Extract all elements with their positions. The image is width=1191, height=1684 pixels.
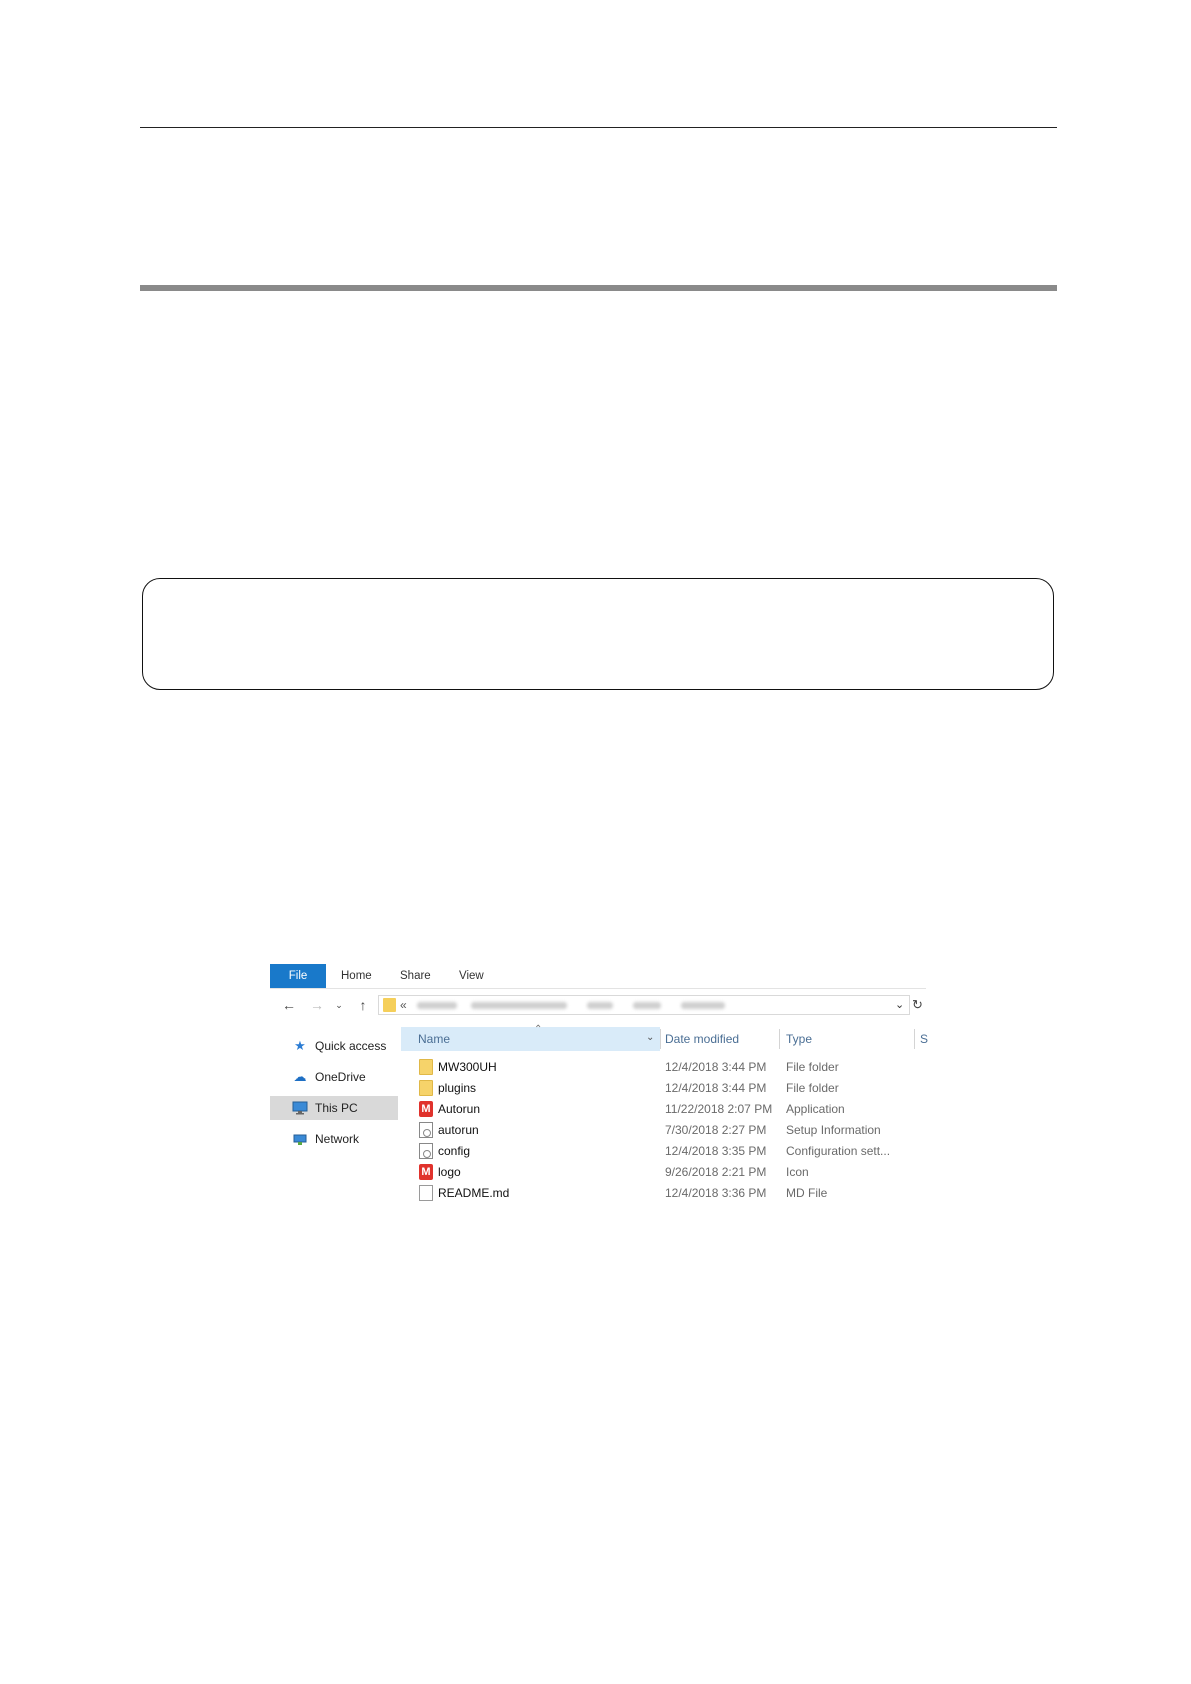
header-rule <box>140 127 1057 128</box>
refresh-icon[interactable]: ↻ <box>912 997 923 1013</box>
file-row[interactable]: M Autorun 11/22/2018 2:07 PM Application <box>401 1099 926 1119</box>
nav-item-network[interactable]: Network <box>270 1127 398 1151</box>
section-rule <box>140 285 1057 291</box>
recent-locations-chevron-icon[interactable]: ⌄ <box>330 996 348 1014</box>
config-icon <box>419 1143 433 1159</box>
column-divider[interactable] <box>779 1029 780 1049</box>
file-row[interactable]: MW300UH 12/4/2018 3:44 PM File folder <box>401 1057 926 1077</box>
tab-share[interactable]: Share <box>400 964 431 988</box>
nav-item-quick-access[interactable]: ★ Quick access <box>270 1034 398 1058</box>
nav-item-this-pc[interactable]: This PC <box>270 1096 398 1120</box>
document-icon <box>419 1185 433 1201</box>
tab-home[interactable]: Home <box>341 964 372 988</box>
folder-icon <box>383 998 396 1012</box>
sort-ascending-icon: ⌃ <box>534 1024 543 1035</box>
folder-icon <box>419 1080 433 1096</box>
note-box <box>142 578 1054 690</box>
app-icon: M <box>419 1101 433 1117</box>
up-arrow-icon[interactable]: ↑ <box>354 996 372 1014</box>
blurred-path-segment <box>681 1002 725 1009</box>
column-header-date[interactable]: Date modified <box>665 1027 739 1051</box>
file-explorer-screenshot: File Home Share View ← → ⌄ ↑ « ⌄ ↻ ★ Qui… <box>270 964 928 1214</box>
column-divider[interactable] <box>914 1029 915 1049</box>
network-icon <box>292 1132 308 1146</box>
chevron-down-icon[interactable]: ⌄ <box>895 996 904 1014</box>
nav-item-onedrive[interactable]: ☁ OneDrive <box>270 1065 398 1089</box>
tab-view[interactable]: View <box>459 964 484 988</box>
blurred-path-segment <box>633 1002 661 1009</box>
file-row[interactable]: plugins 12/4/2018 3:44 PM File folder <box>401 1078 926 1098</box>
address-bar[interactable]: « ⌄ <box>378 995 910 1015</box>
file-row[interactable]: README.md 12/4/2018 3:36 PM MD File <box>401 1183 926 1203</box>
navigation-bar: ← → ⌄ ↑ « ⌄ ↻ <box>270 994 926 1018</box>
setup-icon <box>419 1122 433 1138</box>
blurred-path-segment <box>587 1002 613 1009</box>
tab-file[interactable]: File <box>270 964 326 988</box>
back-arrow-icon[interactable]: ← <box>280 996 298 1014</box>
file-row[interactable]: M logo 9/26/2018 2:21 PM Icon <box>401 1162 926 1182</box>
computer-icon <box>292 1101 308 1115</box>
cloud-icon: ☁ <box>293 1069 307 1084</box>
file-list: Name ⌃ ⌄ Date modified Type S MW300UH 12… <box>401 1024 928 1214</box>
column-divider[interactable] <box>660 1029 661 1049</box>
column-header-type[interactable]: Type <box>786 1027 812 1051</box>
navigation-pane: ★ Quick access ☁ OneDrive This PC Networ… <box>270 1034 398 1214</box>
blurred-path-segment <box>417 1002 457 1009</box>
app-icon: M <box>419 1164 433 1180</box>
ribbon-tabs: File Home Share View <box>270 964 926 989</box>
address-overflow: « <box>400 998 407 1012</box>
star-icon: ★ <box>294 1038 306 1053</box>
forward-arrow-icon[interactable]: → <box>308 996 326 1014</box>
file-row[interactable]: autorun 7/30/2018 2:27 PM Setup Informat… <box>401 1120 926 1140</box>
chevron-down-icon[interactable]: ⌄ <box>646 1027 654 1049</box>
column-header-size[interactable]: S <box>920 1027 928 1051</box>
blurred-path-segment <box>471 1002 567 1009</box>
file-row[interactable]: config 12/4/2018 3:35 PM Configuration s… <box>401 1141 926 1161</box>
column-header-name[interactable]: Name ⌃ ⌄ <box>401 1024 660 1051</box>
folder-icon <box>419 1059 433 1075</box>
